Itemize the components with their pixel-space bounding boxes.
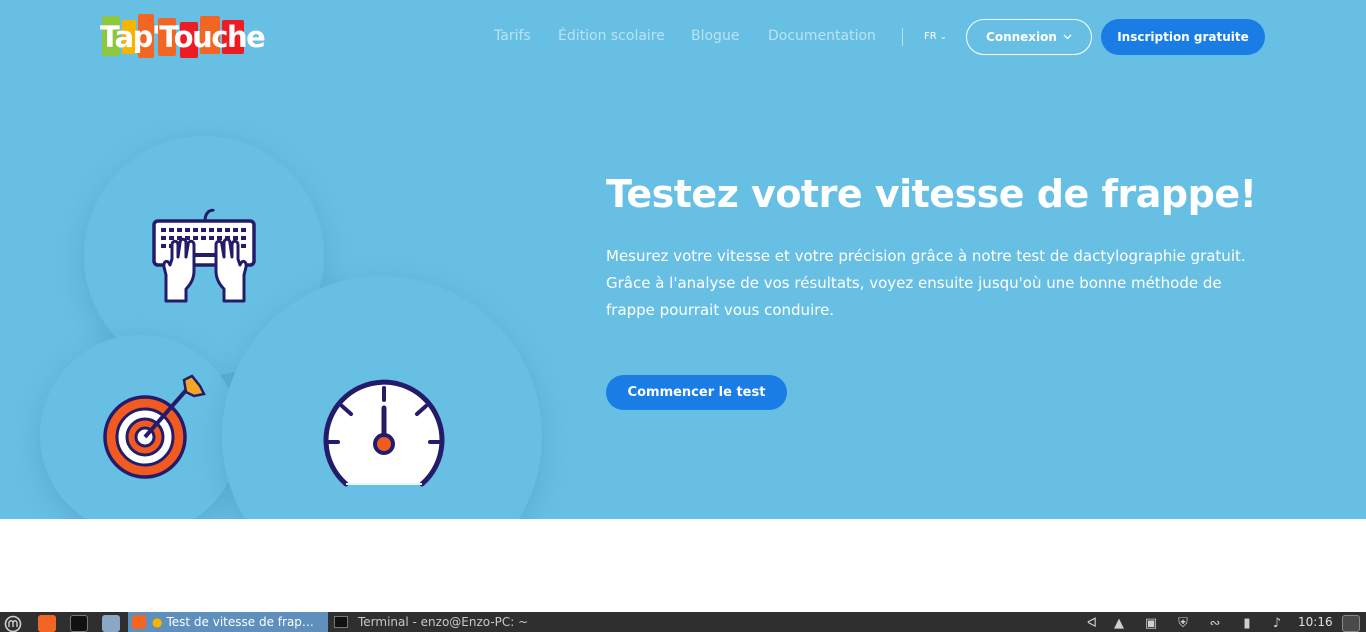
taptouche-logo[interactable]: Tap'Touche: [100, 12, 266, 60]
language-label: FR: [924, 31, 937, 42]
chevron-down-icon: [1063, 34, 1072, 40]
hero-section: Tap'Touche Tarifs Édition scolaire Blogu…: [0, 0, 1366, 519]
taskbar: ● Test de vitesse de frap… Terminal - en…: [0, 612, 1366, 632]
files-launcher-icon[interactable]: [102, 615, 120, 632]
start-test-button[interactable]: Commencer le test: [606, 375, 787, 410]
keyboard-hands-icon: [152, 208, 256, 303]
terminal-launcher-icon[interactable]: [70, 615, 88, 632]
firefox-launcher-icon[interactable]: [38, 615, 56, 632]
volume-icon[interactable]: ♪: [1270, 616, 1284, 632]
login-label: Connexion: [986, 30, 1057, 44]
taskbar-terminal-task[interactable]: Terminal - enzo@Enzo-PC: ~: [330, 612, 550, 632]
taskbar-browser-task[interactable]: ● Test de vitesse de frap…: [128, 612, 328, 632]
chevron-down-icon: ⌄: [939, 32, 947, 41]
speedometer-icon: [323, 379, 445, 487]
shield-icon[interactable]: ⛨: [1176, 616, 1190, 632]
show-desktop-icon[interactable]: [1342, 615, 1360, 632]
clipboard-icon[interactable]: ▣: [1144, 616, 1158, 632]
nav-documentation-link[interactable]: Documentation: [768, 28, 876, 44]
clock[interactable]: 10:16: [1294, 612, 1338, 632]
medal-icon: ●: [152, 615, 163, 629]
terminal-task-label: Terminal - enzo@Enzo-PC: ~: [358, 615, 529, 629]
logo-wordmark: Tap'Touche: [100, 20, 266, 54]
language-selector[interactable]: FR ⌄: [924, 31, 947, 42]
linux-mint-menu-icon[interactable]: [4, 615, 22, 632]
hero-description: Mesurez votre vitesse et votre précision…: [606, 247, 1246, 319]
signup-button[interactable]: Inscription gratuite: [1101, 19, 1265, 55]
nav-tarifs-link[interactable]: Tarifs: [494, 28, 531, 44]
login-button[interactable]: Connexion: [966, 19, 1092, 55]
browser-task-label: Test de vitesse de frap…: [166, 615, 314, 629]
firefox-icon: [132, 615, 146, 629]
nav-blogue-link[interactable]: Blogue: [691, 28, 739, 44]
nav-edition-scolaire-link[interactable]: Édition scolaire: [558, 28, 665, 44]
battery-icon[interactable]: ▮: [1240, 616, 1254, 632]
bluetooth-icon[interactable]: ᐊ: [1085, 616, 1099, 632]
notifications-bell-icon[interactable]: ▲: [1112, 616, 1126, 632]
terminal-icon: [334, 616, 348, 628]
wifi-icon[interactable]: ∾: [1208, 616, 1222, 632]
target-icon: [103, 374, 206, 479]
nav-divider: [902, 28, 903, 46]
hero-title: Testez votre vitesse de frappe!: [606, 172, 1257, 216]
